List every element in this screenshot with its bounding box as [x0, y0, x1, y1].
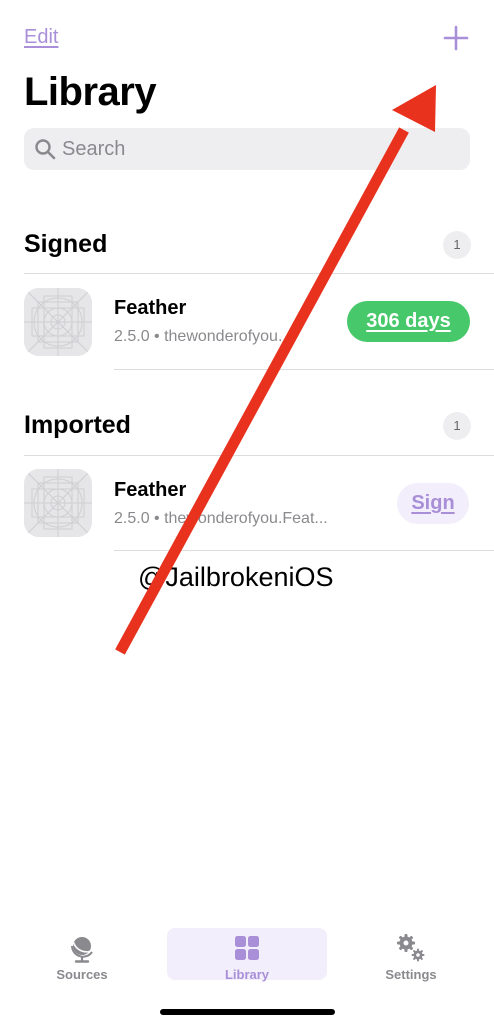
gears-icon: [397, 934, 425, 962]
app-placeholder-icon: [24, 469, 92, 537]
search-input[interactable]: Search: [24, 128, 470, 170]
watermark-text: @JailbrokeniOS: [138, 562, 334, 592]
plus-icon[interactable]: [440, 22, 472, 54]
section-count-badge: 1: [443, 231, 471, 259]
search-placeholder: Search: [62, 138, 126, 160]
tab-sources[interactable]: Sources: [2, 928, 162, 982]
tab-label: Settings: [385, 967, 437, 982]
tab-library[interactable]: Library: [167, 928, 327, 982]
app-placeholder-icon: [24, 288, 92, 356]
app-subtitle: 2.5.0 • thewonderofyou.Feat...: [114, 510, 328, 527]
tab-label: Sources: [56, 967, 108, 982]
edit-button[interactable]: Edit: [24, 26, 58, 49]
page-title: Library: [24, 70, 157, 114]
tab-settings[interactable]: Settings: [331, 928, 491, 982]
tab-label: Library: [224, 967, 270, 982]
section-title-imported: Imported: [24, 411, 131, 439]
app-name: Feather: [114, 297, 187, 319]
app-name: Feather: [114, 479, 187, 501]
section-count-badge: 1: [443, 412, 471, 440]
divider: [114, 369, 494, 370]
sign-button[interactable]: Sign: [397, 483, 469, 524]
divider: [114, 550, 494, 551]
globe-icon: [71, 937, 93, 963]
home-indicator: [160, 1009, 335, 1015]
divider: [24, 455, 494, 456]
grid-icon: [235, 936, 259, 960]
magnifier-icon: [35, 139, 56, 160]
expiry-days-button[interactable]: 306 days: [347, 301, 470, 342]
section-title-signed: Signed: [24, 230, 108, 258]
divider: [24, 273, 494, 274]
app-subtitle: 2.5.0 • thewonderofyou...: [114, 328, 292, 345]
